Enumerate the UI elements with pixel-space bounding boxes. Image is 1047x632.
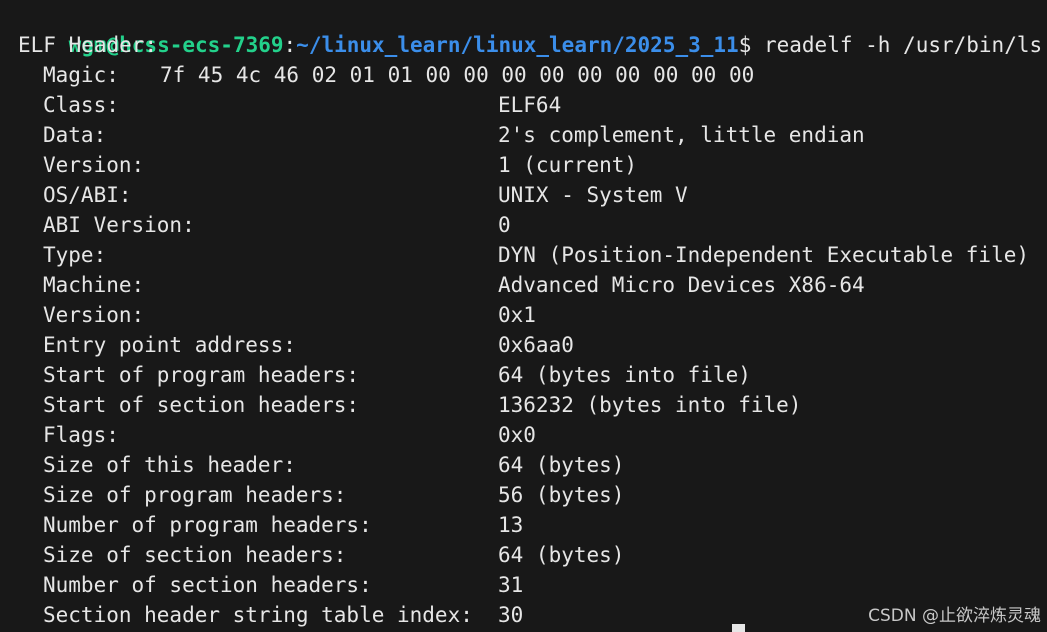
magic-row: Magic: 7f 45 4c 46 02 01 01 00 00 00 00 … bbox=[18, 60, 1047, 90]
field-value: 56 (bytes) bbox=[498, 483, 625, 507]
field-label: Flags: bbox=[43, 423, 119, 447]
field-value: Advanced Micro Devices X86-64 bbox=[498, 273, 865, 297]
header-field-row: Number of section headers: 31 bbox=[18, 570, 1047, 600]
header-field-row: Start of section headers: 136232 (bytes i… bbox=[18, 390, 1047, 420]
field-value: 64 (bytes) bbox=[498, 543, 625, 567]
magic-label: Magic: bbox=[43, 63, 119, 87]
field-label: Machine: bbox=[43, 273, 145, 297]
terminal-output[interactable]: wgm@hcss-ecs-7369:~/linux_learn/linux_le… bbox=[18, 0, 1047, 632]
field-label: Version: bbox=[43, 153, 145, 177]
field-label: Size of section headers: bbox=[43, 543, 347, 567]
field-label: Start of section headers: bbox=[43, 393, 360, 417]
field-label: Type: bbox=[43, 243, 107, 267]
header-field-row: Version: 1 (current) bbox=[18, 150, 1047, 180]
field-label: Section header string table index: bbox=[43, 603, 473, 627]
terminal-cursor bbox=[732, 624, 745, 632]
field-value: 2's complement, little endian bbox=[498, 123, 865, 147]
elf-header-title: ELF Header: bbox=[18, 33, 158, 57]
field-value: 31 bbox=[498, 573, 524, 597]
field-value: 0x1 bbox=[498, 303, 536, 327]
field-value: 1 (current) bbox=[498, 153, 638, 177]
field-value: ELF64 bbox=[498, 93, 562, 117]
field-label: ABI Version: bbox=[43, 213, 195, 237]
field-value: 64 (bytes into file) bbox=[498, 363, 751, 387]
header-field-row: ABI Version: 0 bbox=[18, 210, 1047, 240]
field-label: Entry point address: bbox=[43, 333, 296, 357]
field-label: Size of program headers: bbox=[43, 483, 347, 507]
field-value: DYN (Position-Independent Executable fil… bbox=[498, 243, 1030, 267]
field-value: 64 (bytes) bbox=[498, 453, 625, 477]
field-label: Class: bbox=[43, 93, 119, 117]
header-field-row: Class: ELF64 bbox=[18, 90, 1047, 120]
field-label: Number of section headers: bbox=[43, 573, 372, 597]
command-prompt-line: wgm@hcss-ecs-7369:~/linux_learn/linux_le… bbox=[18, 0, 1047, 57]
header-field-row: Data: 2's complement, little endian bbox=[18, 120, 1047, 150]
field-label: Start of program headers: bbox=[43, 363, 360, 387]
header-field-row: Machine: Advanced Micro Devices X86-64 bbox=[18, 270, 1047, 300]
field-value: 0 bbox=[498, 213, 511, 237]
header-field-row: Size of this header: 64 (bytes) bbox=[18, 450, 1047, 480]
field-value: UNIX - System V bbox=[498, 183, 688, 207]
header-field-row: Size of section headers: 64 (bytes) bbox=[18, 540, 1047, 570]
field-label: Size of this header: bbox=[43, 453, 296, 477]
field-label: Data: bbox=[43, 123, 107, 147]
magic-bytes: 7f 45 4c 46 02 01 01 00 00 00 00 00 00 0… bbox=[160, 63, 755, 87]
elf-header-fields: Class: ELF64 Data: 2's complement, little e… bbox=[18, 90, 1047, 630]
field-label: Version: bbox=[43, 303, 145, 327]
field-value: 0x0 bbox=[498, 423, 536, 447]
header-field-row: Number of program headers: 13 bbox=[18, 510, 1047, 540]
header-field-row: OS/ABI: UNIX - System V bbox=[18, 180, 1047, 210]
field-label: OS/ABI: bbox=[43, 183, 132, 207]
field-label: Number of program headers: bbox=[43, 513, 372, 537]
header-field-row: Flags: 0x0 bbox=[18, 420, 1047, 450]
header-field-row: Entry point address: 0x6aa0 bbox=[18, 330, 1047, 360]
csdn-watermark: CSDN @止欲淬炼灵魂 bbox=[868, 606, 1041, 626]
field-value: 30 bbox=[498, 603, 524, 627]
field-value: 0x6aa0 bbox=[498, 333, 574, 357]
header-field-row: Size of program headers: 56 (bytes) bbox=[18, 480, 1047, 510]
header-field-row: Start of program headers: 64 (bytes into … bbox=[18, 360, 1047, 390]
header-field-row: Type: DYN (Position-Independent Executabl… bbox=[18, 240, 1047, 270]
field-value: 13 bbox=[498, 513, 524, 537]
field-value: 136232 (bytes into file) bbox=[498, 393, 802, 417]
header-field-row: Version: 0x1 bbox=[18, 300, 1047, 330]
